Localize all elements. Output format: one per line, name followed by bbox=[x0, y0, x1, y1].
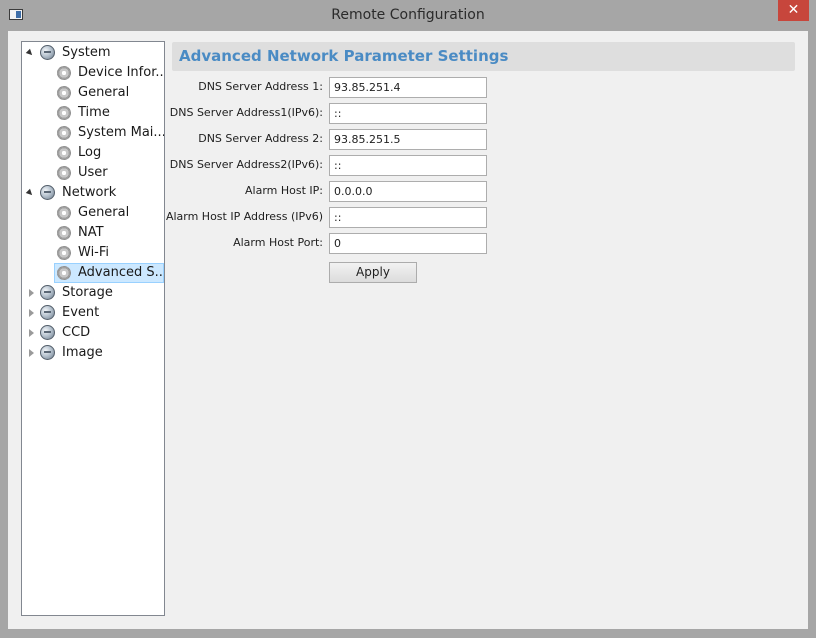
field-input[interactable] bbox=[329, 233, 487, 254]
tree-item-label: System bbox=[62, 45, 111, 60]
tree-subitem-label: General bbox=[78, 205, 130, 220]
tree-subitem-label: User bbox=[78, 165, 108, 180]
client-area: System Device Infor... General Time System M… bbox=[8, 31, 808, 629]
field-label: DNS Server Address1(IPv6): bbox=[169, 106, 323, 119]
field-input[interactable] bbox=[329, 103, 487, 124]
field-label-row: Alarm Host IP: bbox=[128, 181, 323, 202]
expand-arrow-icon[interactable] bbox=[29, 309, 34, 317]
tree-item-image[interactable]: Image bbox=[22, 343, 164, 363]
gear-icon bbox=[57, 206, 71, 220]
gear-icon bbox=[57, 126, 71, 140]
tree-item-system[interactable]: System bbox=[22, 43, 164, 63]
tree-subitem-label: NAT bbox=[78, 225, 104, 240]
remote-configuration-window: Remote Configuration ✕ System Device Info… bbox=[0, 0, 816, 638]
field-input[interactable] bbox=[329, 181, 487, 202]
expand-arrow-icon[interactable] bbox=[29, 349, 34, 357]
field-label: Alarm Host IP: bbox=[245, 184, 323, 197]
collapse-arrow-icon[interactable] bbox=[25, 188, 35, 198]
tree-item-ccd[interactable]: CCD bbox=[22, 323, 164, 343]
globe-icon bbox=[40, 305, 55, 320]
field-label: Alarm Host Port: bbox=[233, 236, 323, 249]
field-label-row: DNS Server Address 1: bbox=[128, 77, 323, 98]
field-label-row: Alarm Host Port: bbox=[128, 233, 323, 254]
field-input[interactable] bbox=[329, 207, 487, 228]
tree-subitem-label: Wi-Fi bbox=[78, 245, 110, 260]
expand-arrow-icon[interactable] bbox=[29, 329, 34, 337]
field-label: DNS Server Address 2: bbox=[198, 132, 323, 145]
tree-item-event[interactable]: Event bbox=[22, 303, 164, 323]
field-label: DNS Server Address2(IPv6): bbox=[169, 158, 323, 171]
page-title: Advanced Network Parameter Settings bbox=[179, 47, 509, 65]
tree-item-storage[interactable]: Storage bbox=[22, 283, 164, 303]
globe-icon bbox=[40, 185, 55, 200]
navigation-tree[interactable]: System Device Infor... General Time System M… bbox=[21, 41, 165, 616]
gear-icon bbox=[57, 246, 71, 260]
tree-subitem-label: Time bbox=[78, 105, 110, 120]
apply-button[interactable]: Apply bbox=[329, 262, 417, 283]
field-label-row: DNS Server Address2(IPv6): bbox=[128, 155, 323, 176]
section-header: Advanced Network Parameter Settings bbox=[172, 42, 795, 71]
close-button[interactable]: ✕ bbox=[778, 0, 809, 21]
tree-item-label: Image bbox=[62, 345, 103, 360]
field-input[interactable] bbox=[329, 129, 487, 150]
field-label-row: DNS Server Address 2: bbox=[128, 129, 323, 150]
tree-subitem-label: Advanced S... bbox=[78, 265, 165, 280]
globe-icon bbox=[40, 325, 55, 340]
gear-icon bbox=[57, 86, 71, 100]
globe-icon bbox=[40, 345, 55, 360]
window-title: Remote Configuration bbox=[331, 7, 485, 23]
gear-icon bbox=[57, 106, 71, 120]
gear-icon bbox=[57, 266, 71, 280]
tree-item-label: CCD bbox=[62, 325, 91, 340]
field-label-row: DNS Server Address1(IPv6): bbox=[128, 103, 323, 124]
field-input[interactable] bbox=[329, 155, 487, 176]
gear-icon bbox=[57, 66, 71, 80]
globe-icon bbox=[40, 45, 55, 60]
tree-item-label: Network bbox=[62, 185, 117, 200]
tree-subitem-label: General bbox=[78, 85, 130, 100]
gear-icon bbox=[57, 146, 71, 160]
tree-item-label: Storage bbox=[62, 285, 113, 300]
field-label: Alarm Host IP Address (IPv6) bbox=[165, 210, 323, 223]
tree-subitem[interactable]: Advanced S... bbox=[22, 263, 164, 283]
globe-icon bbox=[40, 285, 55, 300]
field-label: DNS Server Address 1: bbox=[198, 80, 323, 93]
field-label-row: Alarm Host IP Address (IPv6) bbox=[128, 207, 323, 228]
title-bar[interactable]: Remote Configuration ✕ bbox=[0, 0, 816, 31]
tree-item-label: Event bbox=[62, 305, 100, 320]
expand-arrow-icon[interactable] bbox=[29, 289, 34, 297]
field-input[interactable] bbox=[329, 77, 487, 98]
gear-icon bbox=[57, 226, 71, 240]
gear-icon bbox=[57, 166, 71, 180]
tree-subitem-label: Log bbox=[78, 145, 102, 160]
collapse-arrow-icon[interactable] bbox=[25, 48, 35, 58]
